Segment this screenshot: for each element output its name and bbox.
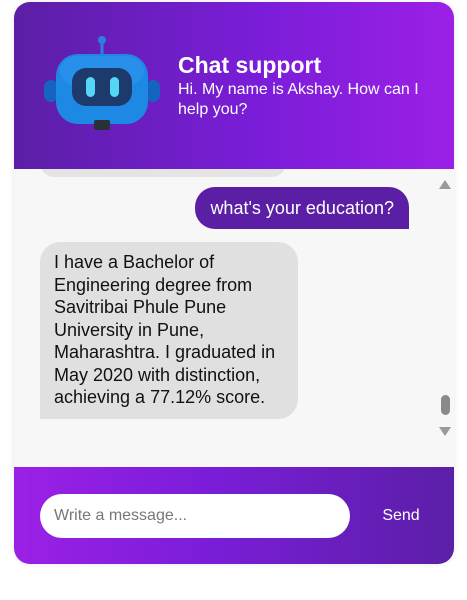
previous-message-bubble xyxy=(40,169,286,177)
chat-greeting: Hi. My name is Akshay. How can I help yo… xyxy=(178,81,419,118)
chat-title: Chat support xyxy=(178,52,322,78)
chat-footer: Send xyxy=(14,467,454,564)
scroll-down-arrow-icon[interactable] xyxy=(439,427,451,436)
header-text: Chat support Hi. My name is Akshay. How … xyxy=(178,52,440,120)
scrollbar-thumb[interactable] xyxy=(441,395,450,415)
chat-header: Chat support Hi. My name is Akshay. How … xyxy=(14,2,454,169)
send-button[interactable]: Send xyxy=(366,500,436,532)
robot-icon xyxy=(44,36,160,130)
bot-message: I have a Bachelor of Engineering degree … xyxy=(40,242,298,419)
scrollbar[interactable] xyxy=(437,169,454,467)
message-list[interactable]: what's your education? I have a Bachelor… xyxy=(14,169,454,467)
scroll-up-arrow-icon[interactable] xyxy=(439,180,451,189)
user-message: what's your education? xyxy=(195,187,409,229)
chat-widget: Chat support Hi. My name is Akshay. How … xyxy=(14,2,454,564)
message-input[interactable] xyxy=(40,494,350,538)
